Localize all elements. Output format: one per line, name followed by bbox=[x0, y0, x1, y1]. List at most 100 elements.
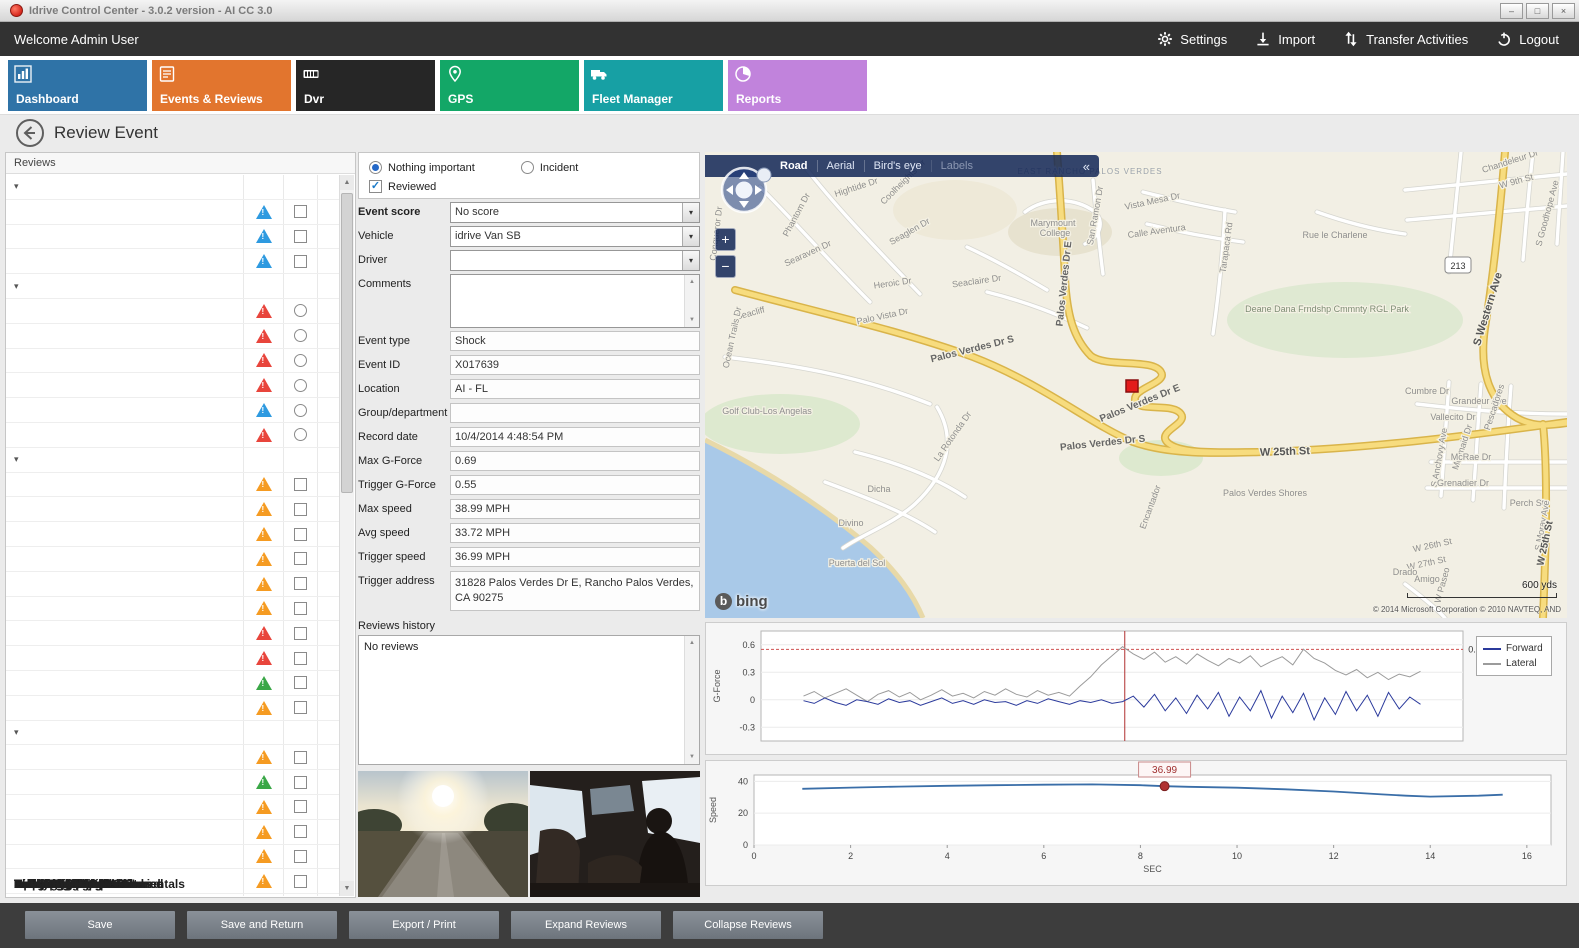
trigger-speed-field[interactable]: 36.99 MPH bbox=[450, 547, 700, 567]
back-button[interactable] bbox=[16, 119, 44, 147]
collapse-reviews-button[interactable]: Collapse Reviews bbox=[673, 911, 823, 939]
checkbox-control[interactable] bbox=[294, 205, 307, 218]
dropdown-arrow-icon[interactable]: ▾ bbox=[682, 251, 699, 270]
event-location-marker[interactable] bbox=[1126, 380, 1138, 392]
tree-item-row[interactable]: ! bbox=[6, 894, 339, 896]
location-field[interactable]: AI - FL bbox=[450, 379, 700, 399]
import-action[interactable]: Import bbox=[1255, 31, 1315, 47]
checkbox-control[interactable] bbox=[294, 875, 307, 888]
tree-group-row[interactable]: ▾Risky and Other Actions bbox=[6, 721, 339, 746]
checkbox-control[interactable] bbox=[294, 800, 307, 813]
trigger-g-force-field[interactable]: 0.55 bbox=[450, 475, 700, 495]
collapse-chevron-icon[interactable]: ▾ bbox=[14, 281, 30, 292]
zoom-in-button[interactable]: + bbox=[715, 228, 736, 251]
tree-item-row[interactable]: Yellow Light! bbox=[6, 671, 339, 696]
radio-control[interactable] bbox=[294, 428, 307, 441]
tree-item-row[interactable]: Poor Road Condition! bbox=[6, 225, 339, 250]
group-department-field[interactable] bbox=[450, 403, 700, 423]
logout-action[interactable]: Logout bbox=[1496, 31, 1559, 47]
scroll-thumb[interactable] bbox=[341, 193, 353, 493]
checkbox-control[interactable] bbox=[294, 701, 307, 714]
max-g-force-field[interactable]: 0.69 bbox=[450, 451, 700, 471]
checkbox-control[interactable] bbox=[294, 552, 307, 565]
comments-scrollbar[interactable]: ▲▼ bbox=[684, 275, 699, 327]
vehicle-select[interactable]: idrive Van SB▾ bbox=[450, 226, 700, 247]
avg-speed-field[interactable]: 33.72 MPH bbox=[450, 523, 700, 543]
tree-item-row[interactable]: Poor Visibility! bbox=[6, 200, 339, 225]
tree-item-row[interactable]: Incomplete Stop! bbox=[6, 621, 339, 646]
expand-reviews-button[interactable]: Expand Reviews bbox=[511, 911, 661, 939]
tree-item-row[interactable]: Traffic Violation! bbox=[6, 497, 339, 522]
collapse-chevron-icon[interactable]: ▾ bbox=[14, 727, 30, 738]
tree-item-row[interactable]: Unsafe Speed! bbox=[6, 522, 339, 547]
tab-events[interactable]: Events & Reviews bbox=[152, 60, 291, 111]
radio-control[interactable] bbox=[294, 404, 307, 417]
close-button[interactable]: × bbox=[1552, 3, 1575, 19]
event-type-field[interactable]: Shock bbox=[450, 331, 700, 351]
checkbox-control[interactable] bbox=[294, 776, 307, 789]
tree-item-row[interactable]: Passenger(s) Unbelted! bbox=[6, 770, 339, 795]
tab-fleet[interactable]: Fleet Manager bbox=[584, 60, 723, 111]
settings-action[interactable]: Settings bbox=[1157, 31, 1227, 47]
incident-radio[interactable] bbox=[521, 161, 534, 174]
checkbox-control[interactable] bbox=[294, 825, 307, 838]
checkbox-control[interactable] bbox=[294, 602, 307, 615]
radio-control[interactable] bbox=[294, 304, 307, 317]
map-menu-collapse-button[interactable]: « bbox=[1074, 159, 1099, 174]
record-date-field[interactable]: 10/4/2014 4:48:54 PM bbox=[450, 427, 700, 447]
transfer-activities-action[interactable]: Transfer Activities bbox=[1343, 31, 1468, 47]
max-speed-field[interactable]: 38.99 MPH bbox=[450, 499, 700, 519]
checkbox-control[interactable] bbox=[294, 577, 307, 590]
tree-item-row[interactable]: Driver Unbelted! bbox=[6, 745, 339, 770]
collapse-chevron-icon[interactable]: ▾ bbox=[14, 454, 30, 465]
dropdown-arrow-icon[interactable]: ▾ bbox=[682, 203, 699, 222]
tree-item-row[interactable]: Rough/Uneven Surface! bbox=[6, 398, 339, 423]
comments-textarea[interactable]: ▲▼ bbox=[450, 274, 700, 328]
save-and-return-button[interactable]: Save and Return bbox=[187, 911, 337, 939]
tree-item-row[interactable]: In Other's Blind Area! bbox=[6, 597, 339, 622]
checkbox-control[interactable] bbox=[294, 676, 307, 689]
event-id-field[interactable]: X017639 bbox=[450, 355, 700, 375]
map-view-aerial[interactable]: Aerial bbox=[817, 160, 864, 172]
scroll-up-icon[interactable]: ▲ bbox=[340, 175, 354, 190]
tree-item-row[interactable]: Hard Acceleration! bbox=[6, 349, 339, 374]
dropdown-arrow-icon[interactable]: ▾ bbox=[682, 227, 699, 246]
tree-group-row[interactable]: ▾Risky Actions - Fundamentals bbox=[6, 448, 339, 473]
save-button[interactable]: Save bbox=[25, 911, 175, 939]
driver-camera-still[interactable] bbox=[530, 771, 700, 897]
zoom-out-button[interactable]: − bbox=[715, 255, 736, 278]
tree-item-row[interactable]: Hard Braking! bbox=[6, 324, 339, 349]
map-view-road[interactable]: Road bbox=[771, 160, 817, 172]
reviewed-checkbox[interactable] bbox=[369, 180, 382, 193]
checkbox-control[interactable] bbox=[294, 503, 307, 516]
radio-control[interactable] bbox=[294, 379, 307, 392]
scroll-down-icon[interactable]: ▼ bbox=[340, 881, 354, 896]
road-camera-still[interactable] bbox=[358, 771, 528, 897]
checkbox-control[interactable] bbox=[294, 255, 307, 268]
tree-item-row[interactable]: Failed to Keep an Out! bbox=[6, 547, 339, 572]
nothing-important-radio[interactable] bbox=[369, 161, 382, 174]
export-print-button[interactable]: Export / Print bbox=[349, 911, 499, 939]
map-compass-control[interactable] bbox=[717, 162, 775, 220]
checkbox-control[interactable] bbox=[294, 850, 307, 863]
tree-group-row[interactable]: ▾Event Trigger bbox=[6, 274, 339, 299]
collapse-chevron-icon[interactable]: ▾ bbox=[14, 181, 30, 192]
map-view-labels[interactable]: Labels bbox=[931, 160, 982, 172]
checkbox-control[interactable] bbox=[294, 751, 307, 764]
tree-item-row[interactable]: Red Light! bbox=[6, 646, 339, 671]
radio-control[interactable] bbox=[294, 329, 307, 342]
tab-gps[interactable]: GPS bbox=[440, 60, 579, 111]
driver-select[interactable]: ▾ bbox=[450, 250, 700, 271]
map[interactable]: EAST RANCHO PALOS VERDESMarymountCollege… bbox=[705, 152, 1567, 618]
trigger-address-field[interactable]: 31828 Palos Verdes Dr E, Rancho Palos Ve… bbox=[450, 571, 700, 611]
tree-group-row[interactable]: ▾Adverse Conditions bbox=[6, 175, 339, 200]
tree-item-row[interactable]: Collision! bbox=[6, 373, 339, 398]
tree-item-row[interactable]: Driver Smoking! bbox=[6, 845, 339, 870]
tree-item-row[interactable]: Front/Road Lens Covered! bbox=[6, 795, 339, 820]
reviews-scrollbar[interactable]: ▲ ▼ bbox=[339, 175, 354, 896]
minimize-button[interactable]: – bbox=[1500, 3, 1523, 19]
tree-item-row[interactable]: Heavy Traffic! bbox=[6, 249, 339, 274]
checkbox-control[interactable] bbox=[294, 652, 307, 665]
checkbox-control[interactable] bbox=[294, 230, 307, 243]
tree-item-row[interactable]: Too Fast For Conditions! bbox=[6, 696, 339, 721]
